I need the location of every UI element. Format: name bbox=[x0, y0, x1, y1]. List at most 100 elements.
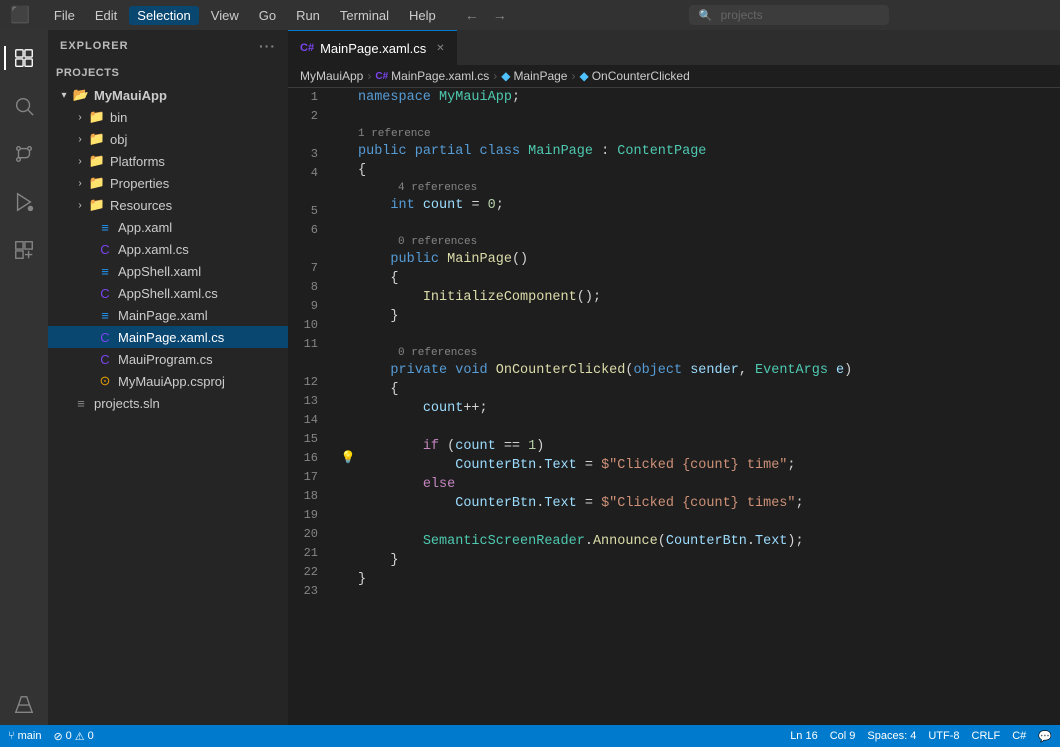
code-line-1: namespace MyMauiApp; bbox=[358, 88, 1040, 107]
sidebar-item-appshell-xaml-cs[interactable]: › C AppShell.xaml.cs bbox=[48, 282, 288, 304]
menu-selection[interactable]: Selection bbox=[129, 6, 198, 25]
search-placeholder: projects bbox=[721, 8, 763, 22]
status-line[interactable]: Ln 16 bbox=[790, 730, 818, 742]
menu-edit[interactable]: Edit bbox=[87, 6, 125, 25]
sidebar-item-bin[interactable]: › 📁 bin bbox=[48, 106, 288, 128]
sidebar-item-sln[interactable]: › ≡ projects.sln bbox=[48, 392, 288, 414]
code-line-4: { bbox=[358, 161, 1040, 180]
code-line-7: public MainPage() bbox=[358, 250, 1040, 269]
global-search-box[interactable]: 🔍 projects bbox=[689, 5, 889, 25]
breadcrumb-class[interactable]: ◆ MainPage bbox=[501, 69, 567, 83]
code-line-16: if (count == 1) bbox=[358, 437, 1040, 456]
status-line-endings[interactable]: CRLF bbox=[972, 730, 1001, 742]
status-col[interactable]: Col 9 bbox=[830, 730, 856, 742]
menu-run[interactable]: Run bbox=[288, 6, 328, 25]
sidebar-label-mauiprogram: MauiProgram.cs bbox=[118, 352, 213, 367]
line-gutter: 💡 bbox=[338, 88, 358, 725]
code-line-15 bbox=[358, 418, 1040, 437]
error-count: 0 bbox=[66, 730, 72, 742]
nav-forward-button[interactable]: → bbox=[488, 5, 512, 25]
breadcrumb-sep-2: › bbox=[493, 69, 497, 83]
language-label: C# bbox=[1012, 730, 1026, 742]
activity-item-extensions[interactable] bbox=[4, 230, 44, 270]
status-feedback[interactable]: 💬 bbox=[1038, 730, 1052, 743]
spaces-label: Spaces: 4 bbox=[867, 730, 916, 742]
code-editor[interactable]: 1 2 3 4 5 6 7 8 9 10 11 12 13 14 15 16 bbox=[288, 88, 1060, 725]
sidebar-label-app-xaml-cs: App.xaml.cs bbox=[118, 242, 189, 257]
sidebar-item-properties[interactable]: › 📁 Properties bbox=[48, 172, 288, 194]
titlebar: ⬛ File Edit Selection View Go Run Termin… bbox=[0, 0, 1060, 30]
activity-item-search[interactable] bbox=[4, 86, 44, 126]
sidebar-more-button[interactable]: ··· bbox=[259, 38, 276, 54]
menu-help[interactable]: Help bbox=[401, 6, 444, 25]
tabs-bar: C# MainPage.xaml.cs ✕ bbox=[288, 30, 1060, 65]
sidebar-section-projects: PROJECTS bbox=[48, 62, 288, 84]
status-branch[interactable]: ⑂ main bbox=[8, 730, 41, 742]
code-line-2 bbox=[358, 107, 1040, 126]
code-line-23: } bbox=[358, 570, 1040, 589]
folder-icon-obj: 📁 bbox=[88, 131, 106, 147]
xaml-icon-appshell: ≡ bbox=[96, 264, 114, 279]
breadcrumb-file[interactable]: C# MainPage.xaml.cs bbox=[375, 69, 489, 83]
code-line-21: SemanticScreenReader.Announce(CounterBtn… bbox=[358, 532, 1040, 551]
folder-icon-properties: 📁 bbox=[88, 175, 106, 191]
breadcrumb-mymaui[interactable]: MyMauiApp bbox=[300, 69, 363, 83]
code-line-5: int count = 0; bbox=[358, 196, 1040, 215]
sidebar-item-appshell-xaml[interactable]: › ≡ AppShell.xaml bbox=[48, 260, 288, 282]
code-line-18: else bbox=[358, 475, 1040, 494]
sidebar-item-obj[interactable]: › 📁 obj bbox=[48, 128, 288, 150]
code-ref-12: 0 references bbox=[358, 345, 1040, 361]
activity-item-run-debug[interactable] bbox=[4, 182, 44, 222]
breadcrumb-method[interactable]: ◆ OnCounterClicked bbox=[579, 69, 689, 83]
status-errors[interactable]: ⊘ 0 ⚠ 0 bbox=[53, 730, 93, 743]
status-bar: ⑂ main ⊘ 0 ⚠ 0 Ln 16 Col 9 Spaces: 4 UTF… bbox=[0, 725, 1060, 747]
sidebar-item-mauiprogram[interactable]: › C MauiProgram.cs bbox=[48, 348, 288, 370]
line-numbers: 1 2 3 4 5 6 7 8 9 10 11 12 13 14 15 16 bbox=[288, 88, 338, 725]
csharp-icon-mauiprogram: C bbox=[96, 352, 114, 367]
code-ref-3: 1 reference bbox=[358, 126, 1040, 142]
breadcrumb-sep-3: › bbox=[571, 69, 575, 83]
sidebar-item-mymaui[interactable]: ▾ 📂 MyMauiApp bbox=[48, 84, 288, 106]
status-language[interactable]: C# bbox=[1012, 730, 1026, 742]
tab-close-button[interactable]: ✕ bbox=[436, 43, 444, 54]
activity-item-source-control[interactable] bbox=[4, 134, 44, 174]
tab-mainpage-xaml-cs[interactable]: C# MainPage.xaml.cs ✕ bbox=[288, 30, 457, 65]
status-spaces[interactable]: Spaces: 4 bbox=[867, 730, 916, 742]
menu-terminal[interactable]: Terminal bbox=[332, 6, 397, 25]
lightbulb-icon[interactable]: 💡 bbox=[338, 449, 358, 468]
sidebar-item-csproj[interactable]: › ⊙ MyMauiApp.csproj bbox=[48, 370, 288, 392]
csharp-icon-mainpage: C bbox=[96, 330, 114, 345]
activity-item-testing[interactable] bbox=[4, 685, 44, 725]
menu-view[interactable]: View bbox=[203, 6, 247, 25]
code-line-8: { bbox=[358, 269, 1040, 288]
sidebar-item-app-xaml-cs[interactable]: › C App.xaml.cs bbox=[48, 238, 288, 260]
warning-icon: ⚠ bbox=[75, 730, 85, 743]
sidebar-label-mainpage-xaml-cs: MainPage.xaml.cs bbox=[118, 330, 224, 345]
code-line-13: { bbox=[358, 380, 1040, 399]
menu-go[interactable]: Go bbox=[251, 6, 284, 25]
col-label: Col 9 bbox=[830, 730, 856, 742]
branch-icon: ⑂ bbox=[8, 730, 15, 742]
sidebar-label-sln: projects.sln bbox=[94, 396, 160, 411]
sidebar-item-resources[interactable]: › 📁 Resources bbox=[48, 194, 288, 216]
folder-icon-bin: 📁 bbox=[88, 109, 106, 125]
sidebar-item-mainpage-xaml-cs[interactable]: › C MainPage.xaml.cs bbox=[48, 326, 288, 348]
breadcrumb-sep-1: › bbox=[367, 69, 371, 83]
sidebar-label-obj: obj bbox=[110, 132, 127, 147]
sidebar-item-platforms[interactable]: › 📁 Platforms bbox=[48, 150, 288, 172]
sidebar-item-mainpage-xaml[interactable]: › ≡ MainPage.xaml bbox=[48, 304, 288, 326]
sidebar-label-mymaui: MyMauiApp bbox=[94, 88, 167, 103]
activity-item-explorer[interactable] bbox=[4, 38, 44, 78]
folder-icon-resources: 📁 bbox=[88, 197, 106, 213]
nav-back-button[interactable]: ← bbox=[460, 5, 484, 25]
folder-icon-platforms: 📁 bbox=[88, 153, 106, 169]
code-line-9: InitializeComponent(); bbox=[358, 288, 1040, 307]
explorer-label: Explorer bbox=[60, 40, 129, 52]
sidebar-label-mainpage-xaml: MainPage.xaml bbox=[118, 308, 208, 323]
tab-label: MainPage.xaml.cs bbox=[320, 41, 426, 56]
menu-file[interactable]: File bbox=[46, 6, 83, 25]
editor-area: C# MainPage.xaml.cs ✕ MyMauiApp › C# Mai… bbox=[288, 30, 1060, 725]
status-encoding[interactable]: UTF-8 bbox=[928, 730, 959, 742]
sidebar-item-app-xaml[interactable]: › ≡ App.xaml bbox=[48, 216, 288, 238]
code-ref-5: 4 references bbox=[358, 180, 1040, 196]
